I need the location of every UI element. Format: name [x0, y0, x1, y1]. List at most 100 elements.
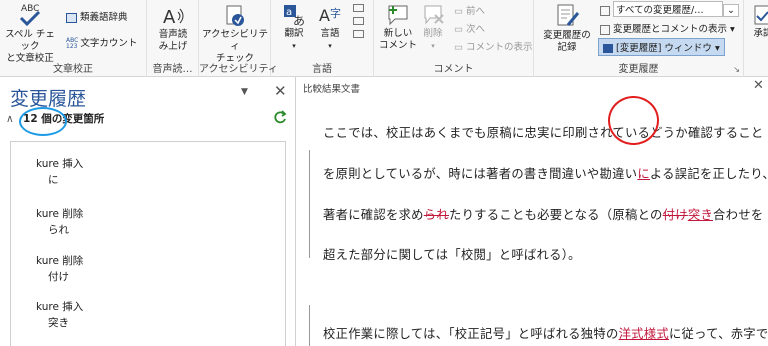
word-count-label: 文字カウント [80, 38, 138, 49]
svg-text:a: a [286, 7, 292, 18]
protect-small-icon[interactable] [353, 30, 364, 38]
doc-line-3: 著者に確認を求められたりすることも必要となる（原稿との付け突き合わせを [323, 205, 763, 223]
annotation-circle-red [608, 96, 659, 145]
document-close-icon[interactable]: ✕ [753, 78, 764, 93]
deleted-text: られ [423, 208, 449, 222]
reviewing-pane: 変更履歴 ▼ ✕ ∧ 12 個の変更箇所 kure 挿入 に kure 削除 ら… [0, 77, 296, 346]
read-aloud-button[interactable]: A 音声読 み上げ [151, 4, 195, 53]
language-group-label: 言語 [312, 64, 332, 75]
track-changes-icon [557, 4, 580, 26]
show-markup-dropdown-icon: ▾ [727, 24, 735, 35]
translate-icon: a あ [284, 5, 305, 27]
translate-label: 翻訳 [284, 28, 304, 39]
revision-item[interactable]: kure 削除 られ [36, 206, 83, 238]
thesaurus-button[interactable]: 類義語辞典 [66, 9, 128, 23]
doc-line-4: 超えた部分に関しては「校閲」と呼ばれる）。 [323, 248, 581, 262]
revision-item[interactable]: kure 挿入 突き [36, 299, 83, 331]
text-run: に従って、赤字で [668, 327, 768, 341]
svg-text:字: 字 [330, 6, 341, 20]
spell-check-button[interactable]: ABC スペル チェック と文章校正 [4, 2, 56, 65]
show-comments-button[interactable]: ▭ コメントの表示 [454, 39, 533, 53]
doc-line-1: ここでは、校正はあくまでも原稿に忠実に印刷されているどうか確認すること [323, 126, 764, 140]
proofing-group-label: 文章校正 [53, 64, 93, 75]
revision-item[interactable]: kure 削除 付け [36, 253, 83, 285]
revision-item[interactable]: kure 挿入 に [36, 156, 83, 188]
new-comment-button[interactable]: 新しい コメント [378, 3, 418, 52]
show-markup-button[interactable]: 変更履歴とコメントの表示 ▾ [600, 21, 735, 35]
inserted-text: 突き [687, 208, 714, 222]
revision-header: kure 挿入 [36, 158, 84, 170]
accessibility-group: アクセシビリティ チェック アクセシビリティ [199, 0, 278, 77]
markup-select[interactable]: すべての変更履歴/… ⌄ [600, 1, 739, 17]
delete-comment-icon [424, 5, 444, 25]
prev-comment-button[interactable]: ▭ 前へ [454, 3, 485, 17]
restrict-small-icon[interactable] [353, 17, 364, 25]
reviewing-pane-button[interactable]: [変更履歴] ウィンドウ ▾ [598, 38, 725, 56]
tracking-dialog-launcher-icon[interactable]: ↘ [733, 65, 740, 74]
text-run: よる誤記を正したり、 [649, 167, 768, 181]
pane-options-dropdown-icon[interactable]: ▼ [241, 87, 248, 97]
revision-text: 突き [48, 317, 69, 329]
language-icon: A 字 [319, 6, 341, 25]
deleted-text: 付け [662, 208, 688, 222]
next-comment-icon: ▭ [454, 24, 466, 35]
text-run: を原則としているが、時には著者の書き間違いや勘違い [323, 167, 638, 181]
prev-comment-label: 前へ [466, 6, 486, 17]
read-aloud-icon: A [163, 7, 184, 28]
prev-comment-icon: ▭ [454, 6, 466, 17]
delete-comment-label: 削除 [423, 28, 443, 39]
track-changes-button[interactable]: 変更履歴の 記録 [538, 3, 596, 54]
change-bar [309, 150, 310, 258]
text-run: たりすることも必要となる（原稿との [448, 208, 663, 222]
ribbon: ABC スペル チェック と文章校正 類義語辞典 ABC 123 文字カウント 文章… [0, 0, 768, 77]
svg-text:あ: あ [293, 14, 305, 27]
comparison-document[interactable]: 比較結果文書 ✕ ここでは、校正はあくまでも原稿に忠実に印刷されているどうか確認… [297, 77, 768, 346]
word-count-button[interactable]: ABC 123 文字カウント [66, 35, 137, 50]
accessibility-icon [226, 5, 244, 26]
speech-group-label: 音声読… [152, 64, 193, 75]
show-comments-label: コメントの表示 [466, 42, 533, 53]
delete-comment-button[interactable]: 削除 ▾ [418, 3, 448, 52]
change-bar [309, 305, 310, 346]
new-comment-label: 新しい コメント [378, 28, 417, 51]
thesaurus-label: 類義語辞典 [80, 12, 128, 23]
refresh-icon[interactable] [272, 109, 288, 125]
text-run: 著者に確認を求め [323, 208, 424, 222]
revision-header: kure 削除 [36, 255, 84, 267]
svg-text:A: A [163, 7, 176, 28]
translate-dropdown-icon: ▾ [292, 42, 296, 50]
delete-dropdown-icon: ▾ [431, 42, 435, 50]
language-dropdown-icon: ▾ [328, 42, 332, 50]
next-comment-label: 次へ [466, 24, 486, 35]
track-changes-label: 変更履歴の 記録 [543, 30, 591, 53]
revision-header: kure 挿入 [36, 301, 84, 313]
accessibility-check-button[interactable]: アクセシビリティ チェック [201, 4, 269, 65]
inserted-text: 洋式様式 [618, 327, 669, 341]
collapse-chevron-icon[interactable]: ∧ [6, 113, 14, 125]
doc-line-5: 校正作業に際しては、「校正記号」と呼ばれる独特の洋式様式に従って、赤字で [323, 324, 768, 342]
accept-button[interactable]: 承認 [748, 3, 768, 40]
language-group: a あ 翻訳 ▾ A 字 言語 ▾ 言語 [271, 0, 374, 77]
language-button[interactable]: A 字 言語 ▾ [313, 3, 347, 52]
document-title: 比較結果文書 [303, 84, 361, 95]
tracking-group: 変更履歴の 記録 すべての変更履歴/… ⌄ 変更履歴とコメントの表示 ▾ [変更履… [534, 0, 744, 77]
accept-label: 承認 [753, 28, 768, 39]
reviewing-pane-label: [変更履歴] ウィンドウ [616, 43, 712, 54]
text-run: 校正作業に際しては、「校正記号」と呼ばれる独特の [323, 327, 619, 341]
revision-text: に [48, 174, 59, 186]
read-aloud-label: 音声読 み上げ [158, 29, 188, 52]
translate-button[interactable]: a あ 翻訳 ▾ [277, 3, 311, 52]
revision-text: 付け [48, 271, 69, 283]
word-count-icon: ABC 123 [66, 36, 79, 50]
show-markup-icon [600, 24, 610, 35]
pane-close-icon[interactable]: ✕ [274, 82, 287, 100]
language-label: 言語 [320, 28, 340, 39]
inserted-text: に [637, 167, 650, 181]
doc-line-2: を原則としているが、時には著者の書き間違いや勘違いによる誤記を正したり、 [323, 164, 768, 182]
markup-select-chevron-icon[interactable]: ⌄ [723, 4, 739, 17]
annotation-circle-blue [19, 107, 67, 136]
next-comment-button[interactable]: ▭ 次へ [454, 21, 485, 35]
thesaurus-icon [66, 12, 77, 23]
compare-small-icon[interactable] [353, 4, 364, 12]
comments-group-label: コメント [433, 64, 474, 75]
